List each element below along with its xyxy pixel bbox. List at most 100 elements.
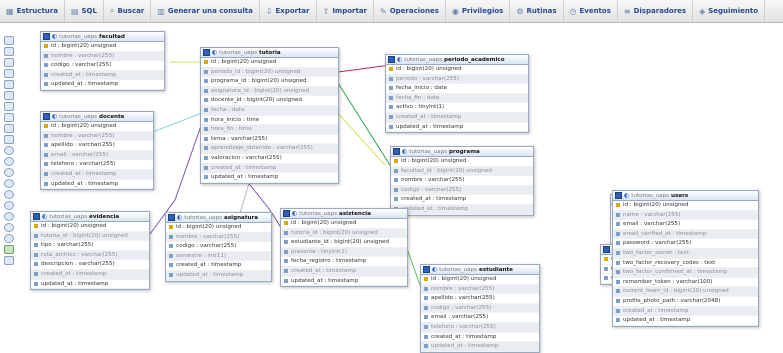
toggle-columns-icon[interactable]: ◐ [402,148,407,155]
column-row[interactable]: fecha_fin : date [386,93,528,104]
column-row[interactable]: docente_id : bigint(20) unsigned [201,96,338,106]
column-row[interactable]: id : bigint(20) unsigned [41,122,153,132]
column-row[interactable]: created_at : timestamp [201,163,338,174]
column-row[interactable]: nombre : varchar(255) [41,131,153,142]
table-card-periodo-academico[interactable]: ◐ tutorias_uaps periodo_academico id : bigi… [385,54,529,134]
column-row[interactable]: codigo : varchar(255) [421,303,539,314]
table-select-checkbox[interactable] [423,266,430,273]
column-row[interactable]: id : bigint(20) unsigned [31,222,149,232]
toggle-columns-icon[interactable]: ◐ [624,192,629,199]
column-row[interactable]: nombre : varchar(255) [391,176,533,186]
column-row[interactable]: presente : tinyint(1) [281,247,407,258]
table-select-checkbox[interactable] [43,113,50,120]
column-row[interactable]: tutoria_id : bigint(20) unsigned [281,228,407,239]
column-row[interactable]: updated_at : timestamp [386,123,528,133]
table-header[interactable]: ◐ tutorias_uaps estudiante [421,265,539,275]
column-row[interactable]: nombre : varchar(255) [166,232,271,243]
column-row[interactable]: id : bigint(20) unsigned [201,58,338,68]
toggle-columns-icon[interactable]: ◐ [42,213,47,220]
table-card-asistencia[interactable]: ◐ tutorias_uaps asistencia id : bigint(20) … [280,208,408,288]
column-row[interactable]: profile_photo_path : varchar(2048) [613,297,758,307]
column-row[interactable]: fecha_inicio : date [386,84,528,94]
column-row[interactable]: id : bigint(20) unsigned [281,219,407,229]
column-row[interactable]: fecha : date [201,105,338,116]
column-row[interactable]: codigo : varchar(255) [41,61,164,71]
table-header[interactable]: ◐ tutorias_uaps asignatura [166,213,271,223]
column-row[interactable]: id : bigint(20) unsigned [613,201,758,211]
column-row[interactable]: id : bigint(20) unsigned [166,223,271,233]
column-row[interactable]: created_at : timestamp [386,112,528,123]
table-select-checkbox[interactable] [388,56,395,63]
column-row[interactable]: semestre : int(11) [166,251,271,262]
column-row[interactable]: email : varchar(255) [41,150,153,161]
table-header[interactable]: ◐ tutorias_uaps evidencia [31,212,149,222]
table-select-checkbox[interactable] [43,33,50,40]
toggle-columns-icon[interactable]: ◐ [292,210,297,217]
column-row[interactable]: ruta_archivo : varchar(255) [31,250,149,261]
column-row[interactable]: updated_at : timestamp [421,342,539,352]
column-row[interactable]: created_at : timestamp [281,266,407,277]
toggle-columns-icon[interactable]: ◐ [212,49,217,56]
column-row[interactable]: activo : tinyint(1) [386,103,528,113]
column-row[interactable]: tutoria_id : bigint(20) unsigned [31,231,149,242]
column-row[interactable]: telefono : varchar(255) [41,160,153,170]
toggle-columns-icon[interactable]: ◐ [52,113,57,120]
column-row[interactable]: hora_inicio : time [201,116,338,126]
column-row[interactable]: updated_at : timestamp [41,180,153,190]
toggle-columns-icon[interactable]: ◐ [52,33,57,40]
column-row[interactable]: password : varchar(255) [613,239,758,249]
column-row[interactable]: updated_at : timestamp [391,204,533,215]
table-header[interactable]: ◐ tutorias_uaps tutoria [201,48,338,58]
table-header[interactable]: ◐ tutorias_uaps periodo_academico [386,55,528,65]
column-row[interactable]: two_factor_recovery_codes : text [613,259,758,269]
table-select-checkbox[interactable] [603,246,610,253]
table-select-checkbox[interactable] [203,49,210,56]
column-row[interactable]: apellido : varchar(255) [41,141,153,151]
column-row[interactable]: created_at : timestamp [41,169,153,180]
column-row[interactable]: programa_id : bigint(20) unsigned [201,77,338,87]
column-row[interactable]: remember_token : varchar(100) [613,278,758,288]
toggle-columns-icon[interactable]: ◐ [177,214,182,221]
column-row[interactable]: nombre : varchar(255) [421,284,539,295]
column-row[interactable]: asignatura_id : bigint(20) unsigned [201,86,338,97]
toggle-columns-icon[interactable]: ◐ [397,56,402,63]
column-row[interactable]: valoracion : varchar(255) [201,154,338,164]
table-card-asignatura[interactable]: ◐ tutorias_uaps asignatura id : bigint(20) … [165,212,272,282]
column-row[interactable]: aprendizaje_obtenido : varchar(255) [201,144,338,154]
column-row[interactable]: email_verified_at : timestamp [613,229,758,240]
column-row[interactable]: periodo : varchar(255) [386,74,528,85]
column-row[interactable]: updated_at : timestamp [31,280,149,290]
table-card-programa[interactable]: ◐ tutorias_uaps programa id : bigint(20) un… [390,146,534,216]
table-header[interactable]: ◐ tutorias_uaps facultad [41,32,164,42]
column-row[interactable]: id : bigint(20) unsigned [386,65,528,75]
column-row[interactable]: id : bigint(20) unsigned [41,42,164,52]
table-header[interactable]: ◐ tutorias_uaps asistencia [281,209,407,219]
table-select-checkbox[interactable] [168,214,175,221]
column-row[interactable]: estudiante_id : bigint(20) unsigned [281,238,407,248]
table-header[interactable]: ◐ tutorias_uaps docente [41,112,153,122]
column-row[interactable]: name : varchar(255) [613,210,758,221]
column-row[interactable]: codigo : varchar(255) [391,185,533,196]
column-row[interactable]: email : varchar(255) [421,313,539,323]
column-row[interactable]: updated_at : timestamp [281,277,407,287]
column-row[interactable]: updated_at : timestamp [201,173,338,183]
column-row[interactable]: apellido : varchar(255) [421,294,539,304]
column-row[interactable]: two_factor_confirmed_at : timestamp [613,268,758,278]
column-row[interactable]: hora_fin : time [201,125,338,135]
column-row[interactable]: created_at : timestamp [421,333,539,343]
column-row[interactable]: created_at : timestamp [166,261,271,271]
column-row[interactable]: descripcion : varchar(255) [31,260,149,270]
column-row[interactable]: codigo : varchar(255) [166,242,271,252]
table-header[interactable]: ◐ tutorias_uaps programa [391,147,533,157]
column-row[interactable]: two_factor_secret : text [613,248,758,259]
column-row[interactable]: tipo : varchar(255) [31,241,149,251]
toggle-columns-icon[interactable]: ◐ [432,266,437,273]
column-row[interactable]: email : varchar(255) [613,220,758,230]
table-select-checkbox[interactable] [283,210,290,217]
column-row[interactable]: current_team_id : bigint(20) unsigned [613,287,758,297]
column-row[interactable]: facultad_id : bigint(20) unsigned [391,166,533,177]
column-row[interactable]: created_at : timestamp [41,70,164,81]
table-card-tutoria[interactable]: ◐ tutorias_uaps tutoria id : bigint(20) uns… [200,47,339,184]
column-row[interactable]: periodo_id : bigint(20) unsigned [201,67,338,78]
column-row[interactable]: fecha_registro : timestamp [281,257,407,267]
